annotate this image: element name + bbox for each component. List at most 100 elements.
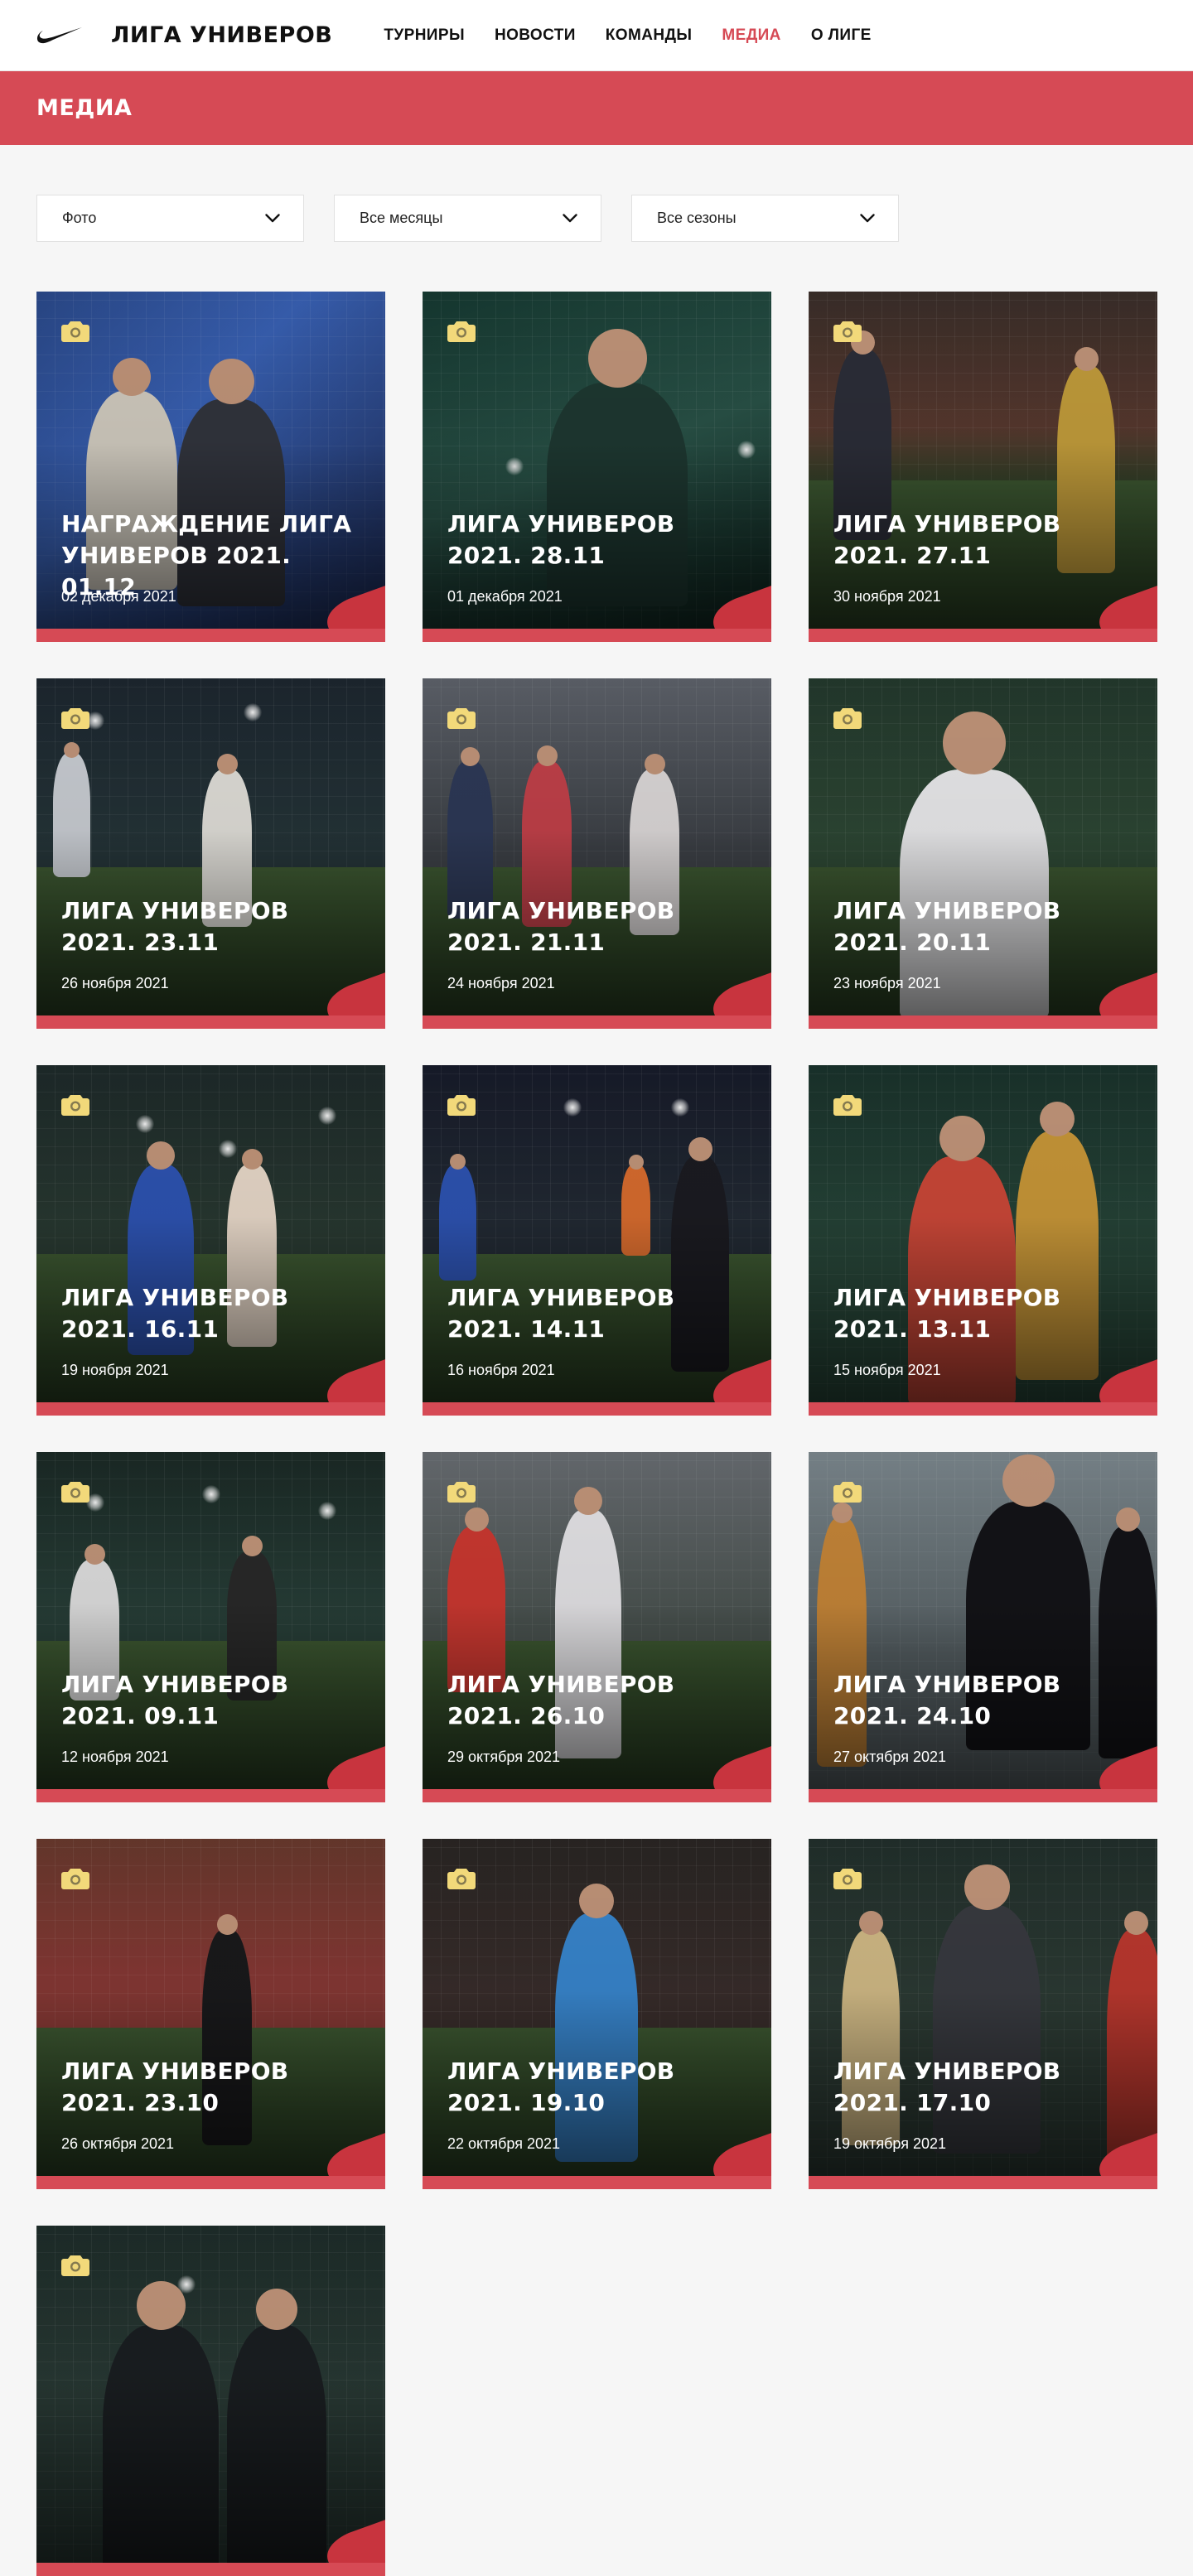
album-card[interactable]: ЛИГА УНИВЕРОВ 2021. 23.11 26 ноября 2021 [36,678,385,1029]
album-card[interactable]: ЛИГА УНИВЕРОВ 2021. 13.11 15 ноября 2021 [809,1065,1157,1416]
season-select[interactable]: Все сезоны [631,195,899,242]
photo-floodlight [318,1107,336,1125]
album-date: 29 октября 2021 [447,1749,561,1765]
nav-item-teams[interactable]: КОМАНДЫ [606,27,693,45]
photo-person-head [574,1487,602,1515]
corner-swoosh-decoration [327,1746,385,1789]
album-card[interactable]: ЛИГА УНИВЕРОВ 2021. 23.10 26 октября 2021 [36,1839,385,2189]
corner-swoosh-decoration [713,586,771,629]
camera-icon [447,708,476,729]
card-accent-bar [423,629,771,642]
photo-person [447,1527,505,1692]
photo-person-head [1115,1507,1140,1532]
card-accent-bar [423,2176,771,2189]
card-accent-bar [809,1789,1157,1802]
album-card[interactable]: ЛИГА УНИВЕРОВ 2021. 14.11 16 ноября 2021 [423,1065,771,1416]
camera-icon [833,321,862,342]
camera-icon [61,1095,89,1116]
album-card[interactable]: ЛИГА УНИВЕРОВ 2021. 21.11 24 ноября 2021 [423,678,771,1029]
album-date: 01 декабря 2021 [447,588,563,605]
camera-icon [61,708,89,729]
chevron-down-icon [563,214,577,223]
page-title: МЕДИА [36,95,133,121]
album-date: 22 октября 2021 [447,2135,561,2152]
photo-person-head [461,747,480,766]
album-title[interactable]: ЛИГА УНИВЕРОВ 2021. 20.11 [833,895,1134,958]
album-date: 27 октября 2021 [833,1749,947,1765]
photo-person-head [1040,1102,1075,1136]
photo-person-head [536,745,558,766]
photo-floodlight [136,1115,154,1133]
corner-swoosh-decoration [327,972,385,1015]
album-title[interactable]: ЛИГА УНИВЕРОВ 2021. 14.11 [447,1282,748,1345]
corner-swoosh-decoration [327,1359,385,1402]
photo-person-head [136,2281,186,2330]
photo-person-head [147,1141,175,1170]
album-title[interactable]: ЛИГА УНИВЕРОВ 2021. 17.10 [833,2056,1134,2119]
photo-person-head [1123,1911,1148,1935]
album-title[interactable]: ЛИГА УНИВЕРОВ 2021. 13.11 [833,1282,1134,1345]
nav-item-news[interactable]: НОВОСТИ [495,27,576,45]
camera-icon [447,1869,476,1889]
media-type-select[interactable]: Фото [36,195,304,242]
album-title[interactable]: ЛИГА УНИВЕРОВ 2021. 23.10 [61,2056,362,2119]
album-card[interactable]: ЛИГА УНИВЕРОВ 2021. 17.10 19 октября 2021 [809,1839,1157,2189]
photo-person-head [208,359,254,404]
album-card[interactable]: ЛИГА УНИВЕРОВ 2021. 27.11 30 ноября 2021 [809,292,1157,642]
album-card[interactable]: ЛИГА УНИВЕРОВ 2021. 26.10 29 октября 2021 [423,1452,771,1802]
album-card[interactable]: ЛИГА УНИВЕРОВ 2021. 24.10 27 октября 2021 [809,1452,1157,1802]
swoosh-logo-icon[interactable] [36,27,83,45]
photo-person-head [939,1116,985,1161]
camera-icon [833,708,862,729]
album-title[interactable]: ЛИГА УНИВЕРОВ 2021. 16.11 [61,1282,362,1345]
nav-item-about[interactable]: О ЛИГЕ [811,27,872,45]
album-grid: НАГРАЖДЕНИЕ ЛИГА УНИВЕРОВ 2021. 01.12 02 … [0,292,1193,2576]
album-date: 26 ноября 2021 [61,975,169,991]
card-accent-bar [423,1015,771,1029]
media-type-value: Фото [62,210,97,226]
album-card[interactable]: ЛИГА УНИВЕРОВ 2021. 20.11 23 ноября 2021 [809,678,1157,1029]
photo-floodlight [219,1140,237,1158]
photo-floodlight [202,1485,220,1503]
corner-swoosh-decoration [1099,1746,1157,1789]
album-card[interactable]: ЛИГА УНИВЕРОВ 2021. 09.11 12 ноября 2021 [36,1452,385,1802]
album-date: 19 ноября 2021 [61,1362,169,1378]
album-title[interactable]: ЛИГА УНИВЕРОВ 2021. 19.10 [447,2056,748,2119]
album-title[interactable]: ЛИГА УНИВЕРОВ 2021. 24.10 [833,1669,1134,1732]
album-card[interactable]: НАГРАЖДЕНИЕ ЛИГА УНИВЕРОВ 2021. 01.12 02 … [36,292,385,642]
card-accent-bar [36,2176,385,2189]
album-card[interactable] [36,2226,385,2576]
photo-person-head [241,1536,263,1556]
album-title[interactable]: ЛИГА УНИВЕРОВ 2021. 28.11 [447,509,748,572]
corner-swoosh-decoration [1099,586,1157,629]
nav-item-tournaments[interactable]: ТУРНИРЫ [384,27,465,45]
corner-swoosh-decoration [713,2133,771,2176]
brand-title[interactable]: ЛИГА УНИВЕРОВ [111,22,332,48]
album-card[interactable]: ЛИГА УНИВЕРОВ 2021. 16.11 19 ноября 2021 [36,1065,385,1416]
album-date: 19 октября 2021 [833,2135,947,2152]
album-title[interactable]: ЛИГА УНИВЕРОВ 2021. 27.11 [833,509,1134,572]
month-select[interactable]: Все месяцы [334,195,601,242]
card-accent-bar [423,1789,771,1802]
photo-floodlight [671,1098,689,1117]
album-date: 26 октября 2021 [61,2135,175,2152]
album-title[interactable]: ЛИГА УНИВЕРОВ 2021. 21.11 [447,895,748,958]
album-card[interactable]: ЛИГА УНИВЕРОВ 2021. 28.11 01 декабря 2021 [423,292,771,642]
album-date: 12 ноября 2021 [61,1749,169,1765]
photo-floodlight [244,703,262,721]
album-title[interactable]: ЛИГА УНИВЕРОВ 2021. 09.11 [61,1669,362,1732]
album-title[interactable]: ЛИГА УНИВЕРОВ 2021. 23.11 [61,895,362,958]
photo-person-head [1074,347,1099,371]
camera-icon [447,1095,476,1116]
card-accent-bar [809,1015,1157,1029]
album-card[interactable]: ЛИГА УНИВЕРОВ 2021. 19.10 22 октября 2021 [423,1839,771,2189]
album-title[interactable]: ЛИГА УНИВЕРОВ 2021. 26.10 [447,1669,748,1732]
photo-floodlight [318,1502,336,1520]
corner-swoosh-decoration [1099,972,1157,1015]
camera-icon [61,1482,89,1503]
card-accent-bar [809,1402,1157,1416]
photo-person-head [579,1884,614,1918]
photo-person [439,1165,476,1281]
nav-item-media[interactable]: МЕДИА [722,27,780,45]
card-accent-bar [36,1789,385,1802]
